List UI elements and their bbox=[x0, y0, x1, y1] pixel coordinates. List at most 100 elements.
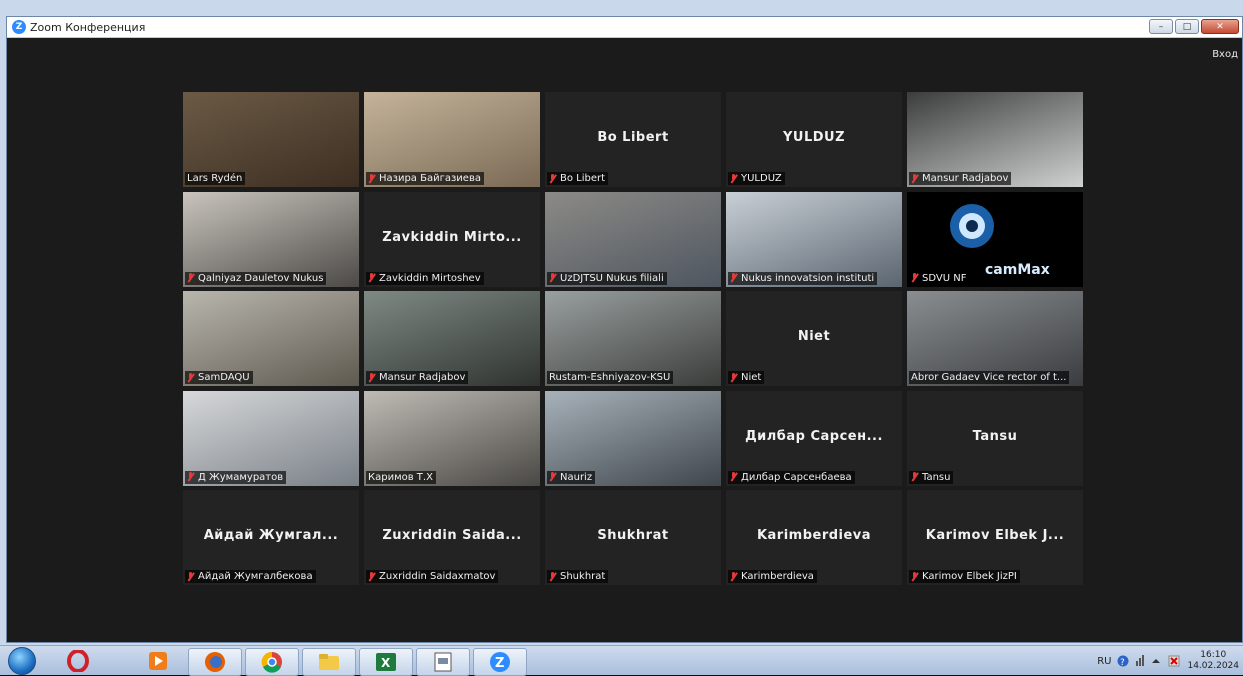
participant-display-name: Karimberdieva bbox=[756, 528, 872, 543]
gallery-grid: Lars Rydén Назира Байгазиева Bo Libert Bo L… bbox=[183, 92, 1083, 585]
participant-name-tag: YULDUZ bbox=[728, 172, 785, 185]
participant-tile[interactable]: Shukhrat Shukhrat bbox=[545, 490, 721, 585]
participant-tile[interactable]: Tansu Tansu bbox=[907, 390, 1083, 486]
chrome-icon bbox=[261, 651, 282, 673]
window-titlebar: Z Zoom Конференция – □ ✕ bbox=[7, 17, 1242, 38]
participant-display-name: Tansu bbox=[972, 428, 1018, 444]
chevron-up-icon[interactable] bbox=[1151, 656, 1161, 666]
muted-mic-icon bbox=[730, 472, 737, 482]
media-player-icon bbox=[149, 652, 167, 670]
participant-tile[interactable]: camMax SDVU NF bbox=[907, 191, 1083, 287]
language-indicator[interactable]: RU bbox=[1097, 656, 1111, 667]
participant-name: Nauriz bbox=[560, 471, 593, 483]
participant-tile[interactable]: Дилбар Сарсен... Дилбар Сарсенбаева bbox=[726, 390, 902, 486]
participant-name: Lars Rydén bbox=[187, 173, 243, 184]
participant-name-tag: Abror Gadaev Vice rector of t... bbox=[909, 371, 1070, 384]
muted-mic-icon bbox=[911, 273, 918, 283]
system-tray: RU ? 16:10 14.02.2024 bbox=[1097, 646, 1243, 676]
network-icon[interactable] bbox=[1135, 655, 1145, 667]
taskbar-zoom[interactable]: Z bbox=[473, 648, 527, 676]
participant-tile[interactable]: Niet Niet bbox=[726, 291, 902, 386]
start-button[interactable] bbox=[6, 646, 38, 676]
participant-tile[interactable]: Айдай Жумгал... Айдай Жумгалбекова bbox=[183, 490, 359, 585]
muted-mic-icon bbox=[187, 273, 194, 283]
window-controls: – □ ✕ bbox=[1149, 19, 1239, 34]
participant-display-name: YULDUZ bbox=[782, 130, 846, 145]
minimize-button[interactable]: – bbox=[1149, 19, 1173, 34]
participant-tile[interactable]: Qalniyaz Dauletov Nukus bbox=[183, 191, 359, 287]
muted-mic-icon bbox=[730, 273, 737, 283]
participant-name: UzDJTSU Nukus filiali bbox=[560, 272, 664, 284]
muted-mic-icon bbox=[549, 571, 556, 582]
participant-tile[interactable]: YULDUZ YULDUZ bbox=[726, 92, 902, 187]
participant-name: Karimov Elbek JizPI bbox=[922, 571, 1017, 582]
participant-name-tag: Каримов Т.Х bbox=[366, 470, 436, 484]
participant-display-name: Shukhrat bbox=[597, 528, 669, 543]
taskbar-media-player[interactable] bbox=[138, 648, 178, 674]
muted-mic-icon bbox=[549, 472, 556, 482]
taskbar-excel[interactable]: X bbox=[359, 648, 413, 676]
taskbar-firefox[interactable] bbox=[188, 648, 242, 676]
maximize-button[interactable]: □ bbox=[1175, 19, 1199, 34]
participant-name: Qalniyaz Dauletov Nukus bbox=[198, 272, 324, 284]
participant-name: Abror Gadaev Vice rector of t... bbox=[911, 372, 1067, 383]
participant-name-tag: Shukhrat bbox=[547, 570, 609, 583]
participant-tile[interactable]: Nukus innovatsion instituti bbox=[726, 191, 902, 287]
participant-tile[interactable]: Lars Rydén bbox=[183, 92, 359, 187]
participant-tile[interactable]: Nauriz bbox=[545, 390, 721, 486]
muted-mic-icon bbox=[368, 372, 375, 383]
flag-alert-icon[interactable] bbox=[1167, 654, 1181, 668]
participant-tile[interactable]: Назира Байгазиева bbox=[364, 92, 540, 187]
participant-name-tag: Zavkiddin Mirtoshev bbox=[366, 271, 484, 285]
participant-name: Karimberdieva bbox=[741, 571, 814, 582]
zoom-icon: Z bbox=[490, 652, 510, 672]
help-icon[interactable]: ? bbox=[1117, 655, 1129, 667]
close-button[interactable]: ✕ bbox=[1201, 19, 1239, 34]
participant-tile[interactable]: SamDAQU bbox=[183, 291, 359, 386]
windows-orb-icon bbox=[8, 647, 36, 675]
participant-name-tag: UzDJTSU Nukus filiali bbox=[547, 271, 667, 285]
taskbar-chrome[interactable] bbox=[245, 648, 299, 676]
participant-name: YULDUZ bbox=[741, 173, 782, 184]
participant-name: Каримов Т.Х bbox=[368, 471, 433, 483]
login-link[interactable]: Вход bbox=[1212, 49, 1238, 60]
participant-name-tag: Назира Байгазиева bbox=[366, 172, 484, 185]
taskbar-document[interactable] bbox=[416, 648, 470, 676]
zoom-logo-icon: Z bbox=[12, 20, 26, 34]
participant-tile[interactable]: Bo Libert Bo Libert bbox=[545, 92, 721, 187]
participant-display-name: Bo Libert bbox=[597, 130, 669, 145]
excel-glyph: X bbox=[381, 656, 391, 670]
participant-tile[interactable]: Каримов Т.Х bbox=[364, 390, 540, 486]
participant-name-tag: Tansu bbox=[909, 470, 954, 484]
participant-display-name: Zavkiddin Mirto... bbox=[382, 229, 522, 245]
participant-tile[interactable]: Rustam-Eshniyazov-KSU bbox=[545, 291, 721, 386]
clock-date: 14.02.2024 bbox=[1187, 661, 1239, 671]
participant-name: Zavkiddin Mirtoshev bbox=[379, 272, 481, 284]
participant-tile[interactable]: Karimberdieva Karimberdieva bbox=[726, 490, 902, 585]
participant-name: Rustam-Eshniyazov-KSU bbox=[549, 372, 671, 383]
participant-name-tag: SDVU NF bbox=[909, 271, 970, 285]
opera-icon bbox=[67, 650, 89, 672]
participant-tile[interactable]: Karimov Elbek J... Karimov Elbek JizPI bbox=[907, 490, 1083, 585]
participant-tile[interactable]: Zuxriddin Saida... Zuxriddin Saidaxmatov bbox=[364, 490, 540, 585]
participant-name: Айдай Жумгалбекова bbox=[198, 571, 313, 582]
participant-name-tag: Qalniyaz Dauletov Nukus bbox=[185, 271, 327, 285]
taskbar-file-explorer[interactable] bbox=[302, 648, 356, 676]
participant-tile[interactable]: Zavkiddin Mirto... Zavkiddin Mirtoshev bbox=[364, 191, 540, 287]
participant-tile[interactable]: UzDJTSU Nukus filiali bbox=[545, 191, 721, 287]
excel-icon: X bbox=[376, 653, 396, 671]
participant-name: Shukhrat bbox=[560, 571, 606, 582]
participant-name: Niet bbox=[741, 372, 762, 383]
participant-name-tag: Nukus innovatsion instituti bbox=[728, 271, 878, 285]
participant-display-name: Niet bbox=[797, 329, 831, 344]
participant-tile[interactable]: Mansur Radjabov bbox=[364, 291, 540, 386]
system-clock[interactable]: 16:10 14.02.2024 bbox=[1187, 650, 1239, 672]
taskbar-opera[interactable] bbox=[58, 648, 98, 674]
muted-mic-icon bbox=[187, 472, 194, 482]
participant-tile[interactable]: Mansur Radjabov bbox=[907, 92, 1083, 187]
participant-tile[interactable]: Abror Gadaev Vice rector of t... bbox=[907, 291, 1083, 386]
participant-tile[interactable]: Д Жумамуратов bbox=[183, 390, 359, 486]
participant-name: Д Жумамуратов bbox=[198, 471, 284, 483]
window-title: Zoom Конференция bbox=[30, 20, 146, 34]
participant-name-tag: Rustam-Eshniyazov-KSU bbox=[547, 371, 674, 384]
